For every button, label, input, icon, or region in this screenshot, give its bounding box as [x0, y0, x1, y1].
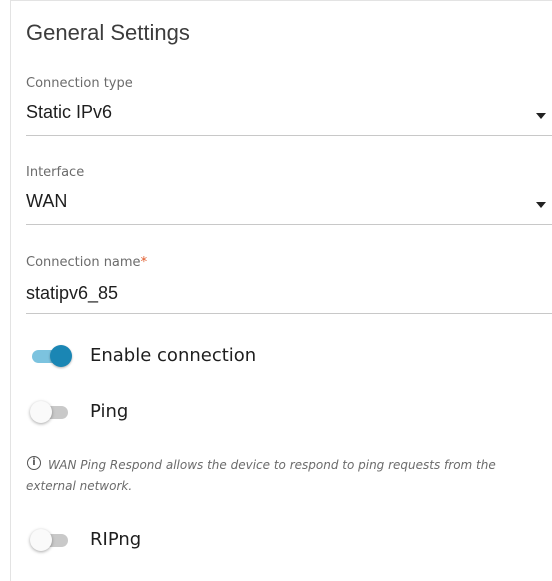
connection-name-value: statipv6_85 [26, 283, 119, 303]
connection-name-label: Connection name* [26, 255, 147, 270]
section-title: General Settings [26, 20, 190, 45]
connection-name-input[interactable]: statipv6_85 [26, 276, 552, 312]
chevron-down-icon [536, 202, 546, 208]
connection-type-label: Connection type [26, 76, 133, 91]
ripng-toggle[interactable] [30, 528, 70, 552]
interface-underline [26, 224, 552, 225]
connection-type-value: Static IPv6 [26, 102, 113, 122]
ripng-label: RIPng [90, 529, 142, 550]
toggle-knob [50, 345, 72, 367]
interface-label: Interface [26, 165, 85, 180]
enable-connection-label: Enable connection [90, 345, 257, 366]
required-asterisk: * [140, 255, 148, 270]
connection-name-label-text: Connection name [26, 255, 141, 270]
ping-toggle[interactable] [30, 400, 70, 424]
ping-label: Ping [90, 401, 129, 422]
toggle-knob [30, 401, 52, 423]
chevron-down-icon [536, 113, 546, 119]
toggle-knob [30, 529, 52, 551]
ping-info-text: WAN Ping Respond allows the device to re… [26, 458, 496, 493]
enable-connection-toggle[interactable] [30, 344, 72, 368]
interface-value: WAN [26, 191, 68, 211]
connection-type-underline [26, 135, 552, 136]
connection-type-select[interactable]: Static IPv6 [26, 96, 552, 134]
interface-select[interactable]: WAN [26, 185, 552, 223]
connection-name-underline [26, 313, 552, 314]
